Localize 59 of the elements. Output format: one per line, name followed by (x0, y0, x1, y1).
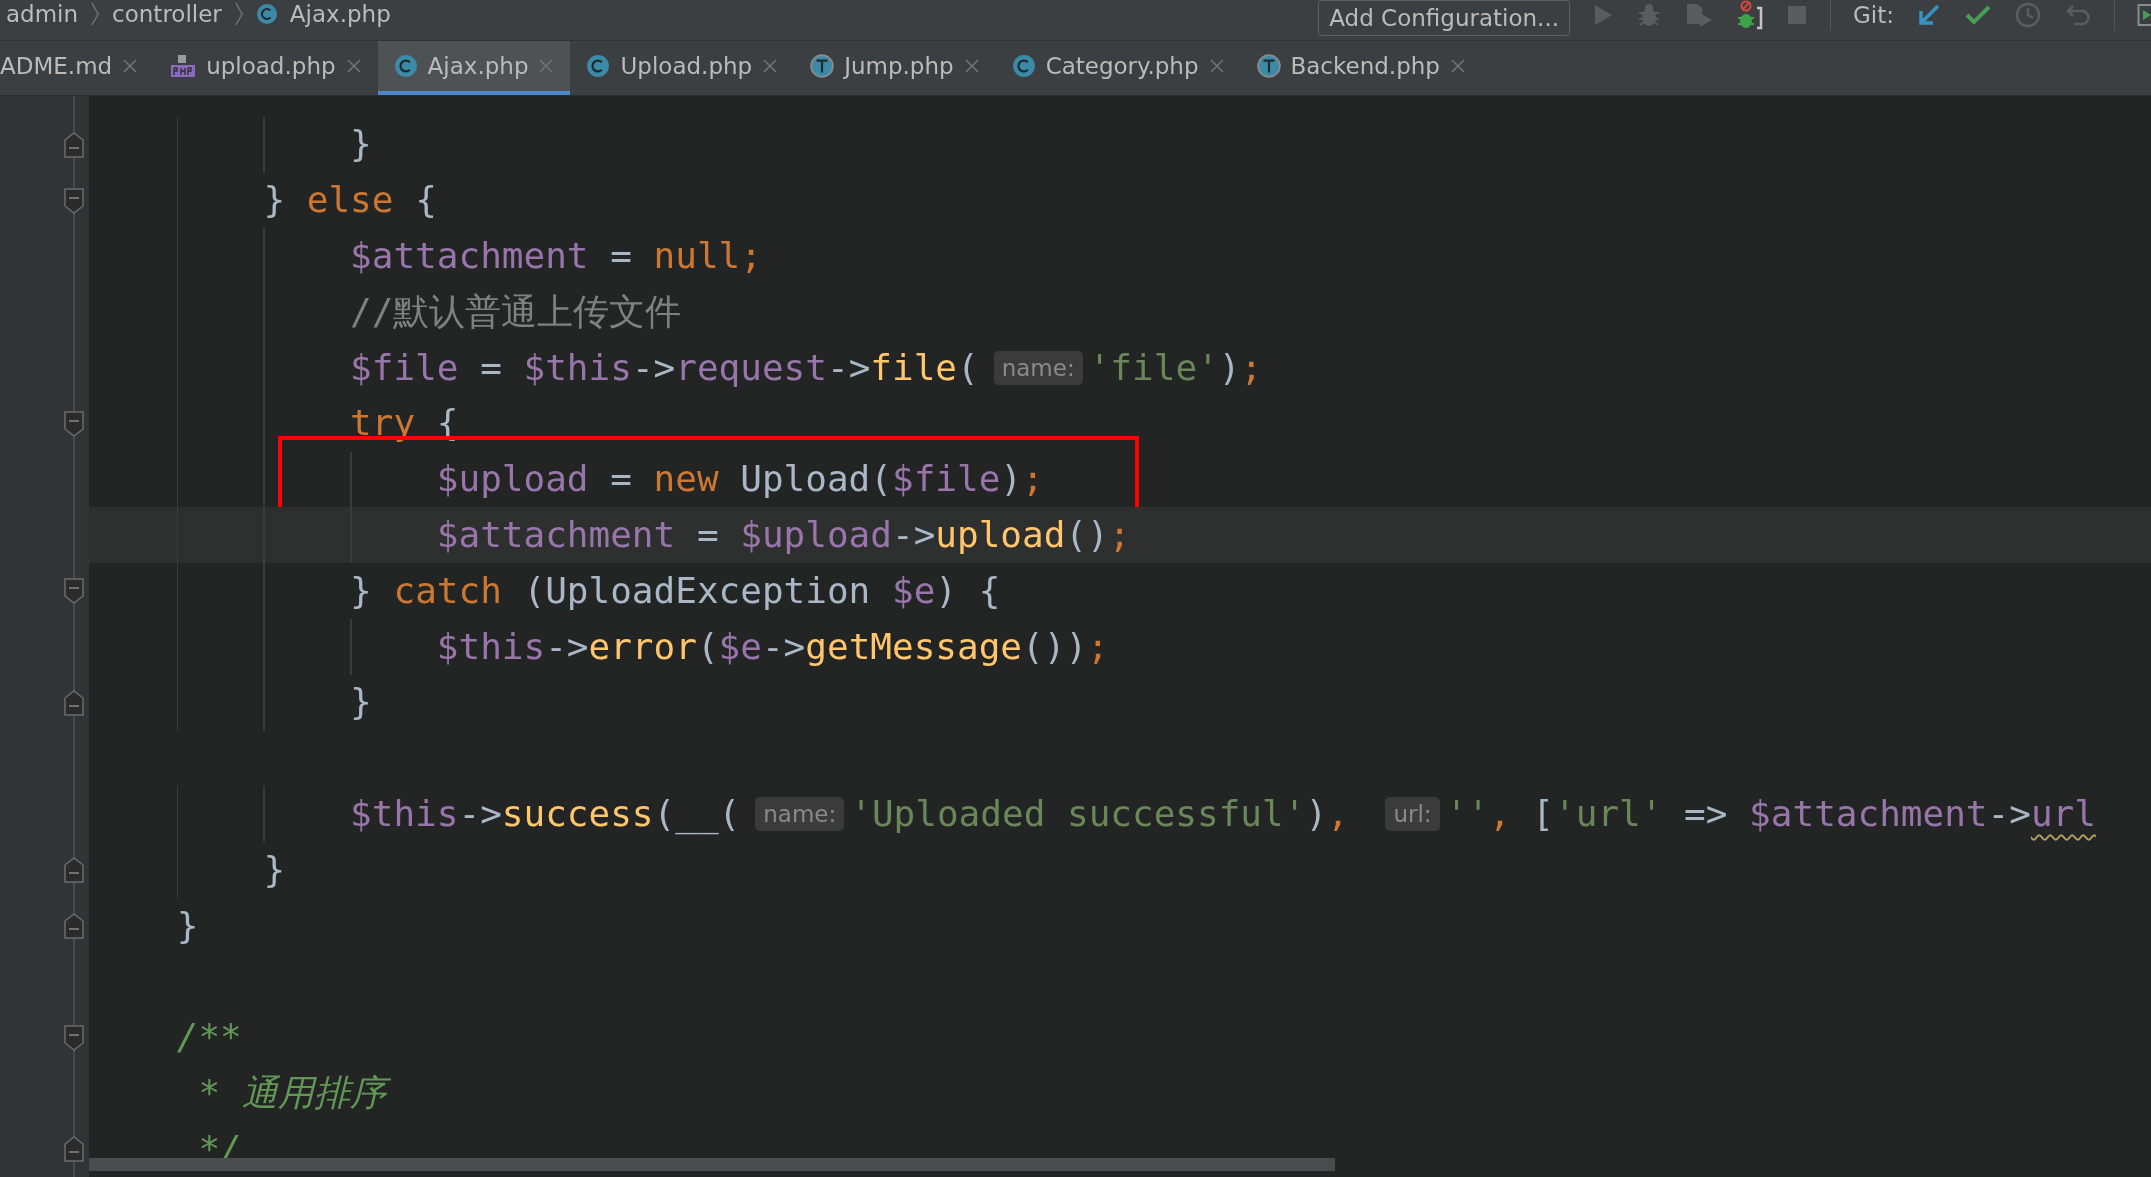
code-text: $attachment = $upload->upload(); (436, 513, 1132, 558)
close-icon[interactable] (122, 57, 139, 74)
history-icon[interactable] (2014, 0, 2042, 29)
breadcrumb[interactable]: controller (112, 0, 222, 27)
code-text: 'Uploaded successful'), (850, 792, 1350, 836)
code-text: } catch (UploadException $e) { (350, 568, 1002, 613)
parameter-hint: url: (1385, 797, 1440, 832)
editor-tab[interactable]: Ajax.php (377, 40, 571, 95)
breadcrumb[interactable]: admin (6, 0, 79, 27)
code-text: * 通用排序 (198, 1069, 395, 1118)
code-text: } (350, 122, 373, 167)
code-text: } (176, 903, 200, 948)
editor-tab[interactable]: Jump.php (794, 40, 996, 95)
fold-icon[interactable] (64, 1024, 84, 1051)
php-file-icon (170, 52, 197, 79)
code-text: /** (176, 1015, 243, 1060)
add-configuration-button[interactable]: Add Configuration... (1318, 0, 1570, 36)
close-icon[interactable] (345, 57, 362, 74)
scrollbar[interactable] (89, 1158, 1335, 1171)
chevron-icon (90, 0, 101, 27)
code-text: } else { (263, 178, 438, 223)
fold-icon[interactable] (64, 187, 84, 214)
code-text: $file = $this->request->file( (350, 345, 980, 390)
editor-tab[interactable]: Backend.php (1240, 40, 1482, 95)
trait-icon (810, 53, 835, 78)
fold-icon[interactable] (64, 578, 84, 605)
code-text: 'file'); (1088, 345, 1264, 390)
trait-icon (1256, 53, 1281, 78)
close-icon[interactable] (762, 57, 779, 74)
code-text: } (350, 680, 373, 725)
editor-tab[interactable]: Category.php (995, 40, 1241, 95)
editor-tab[interactable]: upload.php (154, 40, 378, 95)
close-icon[interactable] (1449, 57, 1466, 74)
code-text: '', ['url' => $attachment->url (1445, 792, 2097, 836)
parameter-hint: name: (755, 797, 845, 832)
stop-icon[interactable] (1786, 3, 1808, 26)
run-icon[interactable] (1592, 2, 1614, 27)
close-icon[interactable] (963, 57, 980, 74)
code-text: $this->success(__( (350, 792, 742, 837)
chevron-icon (233, 0, 244, 27)
class-icon (586, 53, 611, 78)
run-window-icon[interactable] (2137, 1, 2151, 28)
code-text: //默认普通上传文件 (350, 289, 683, 334)
class-icon (393, 53, 418, 78)
code-text: $attachment = null; (350, 234, 763, 279)
bug-icon[interactable] (1736, 0, 1764, 30)
fold-icon[interactable] (64, 410, 84, 437)
code-text: } (263, 847, 287, 892)
editor-tab[interactable]: ADME.md (0, 40, 155, 95)
breadcrumb[interactable]: Ajax.php (289, 0, 391, 27)
parameter-hint: name: (993, 350, 1083, 385)
class-icon (1011, 53, 1036, 78)
close-icon[interactable] (1208, 57, 1225, 74)
editor-tab[interactable]: Upload.php (570, 40, 795, 95)
code-text: $upload = new Upload($file); (436, 457, 1045, 502)
code-text: $this->error($e->getMessage()); (436, 624, 1110, 669)
close-icon[interactable] (538, 57, 555, 74)
class-icon (255, 2, 278, 25)
vcs-label: Git: (1853, 1, 1894, 28)
